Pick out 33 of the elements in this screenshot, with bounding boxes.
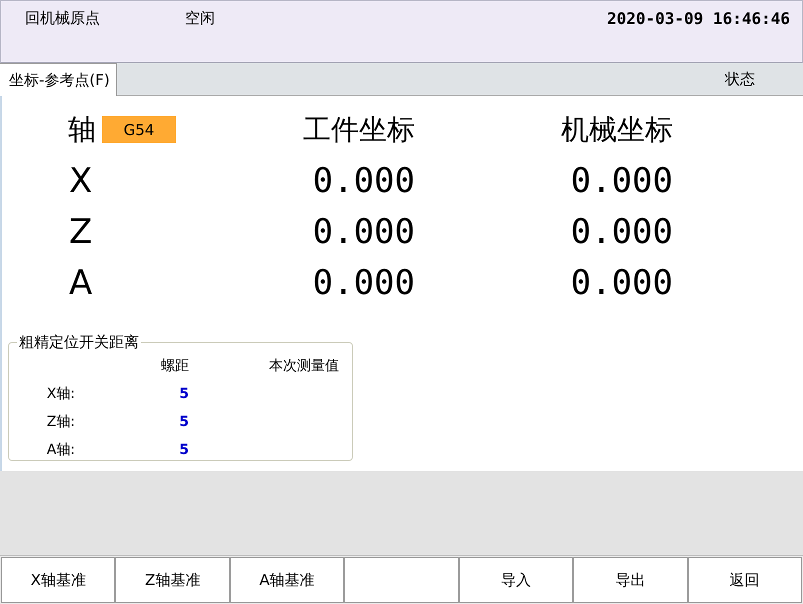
function-button[interactable]: A轴基准 bbox=[230, 557, 344, 603]
work-coordinate-value: 0.000 bbox=[312, 160, 415, 200]
axis-label: X bbox=[69, 160, 94, 200]
state-text: 空闲 bbox=[185, 9, 215, 28]
datetime-text: 2020-03-09 16:46:46 bbox=[606, 9, 790, 28]
column-header: 本次测量值 bbox=[269, 357, 339, 375]
axis-row-label: A轴: bbox=[46, 441, 75, 459]
pitch-value: 5 bbox=[179, 442, 189, 458]
tab[interactable]: 坐标-参考点(F) bbox=[0, 63, 117, 96]
status-label: 状态 bbox=[725, 70, 755, 88]
mode-text: 回机械原点 bbox=[25, 9, 101, 28]
function-button[interactable]: 返回 bbox=[688, 557, 802, 603]
machine-coordinate-header: 机械坐标 bbox=[561, 112, 673, 148]
function-button[interactable]: 导出 bbox=[573, 557, 688, 603]
machine-coordinate-value: 0.000 bbox=[570, 212, 673, 252]
pitch-value: 5 bbox=[179, 386, 189, 402]
pitch-value: 5 bbox=[179, 414, 189, 430]
work-coordinate-header: 工件坐标 bbox=[303, 112, 415, 148]
group-title: 粗精定位开关距离 bbox=[18, 333, 140, 352]
axis-header: 轴 bbox=[68, 112, 97, 148]
coordinate-system-badge: G54 bbox=[102, 116, 176, 143]
work-coordinate-value: 0.000 bbox=[312, 262, 415, 302]
machine-coordinate-value: 0.000 bbox=[570, 160, 673, 200]
machine-coordinate-value: 0.000 bbox=[570, 262, 673, 302]
function-button[interactable]: 导入 bbox=[458, 557, 574, 603]
axis-label: Z bbox=[69, 212, 94, 252]
work-coordinate-value: 0.000 bbox=[312, 212, 415, 252]
column-header: 螺距 bbox=[161, 357, 189, 375]
axis-row-label: X轴: bbox=[46, 385, 75, 403]
function-button[interactable]: X轴基准 bbox=[1, 557, 116, 603]
axis-row-label: Z轴: bbox=[46, 413, 75, 431]
function-button[interactable]: Z轴基准 bbox=[115, 557, 230, 603]
axis-label: A bbox=[69, 262, 94, 302]
